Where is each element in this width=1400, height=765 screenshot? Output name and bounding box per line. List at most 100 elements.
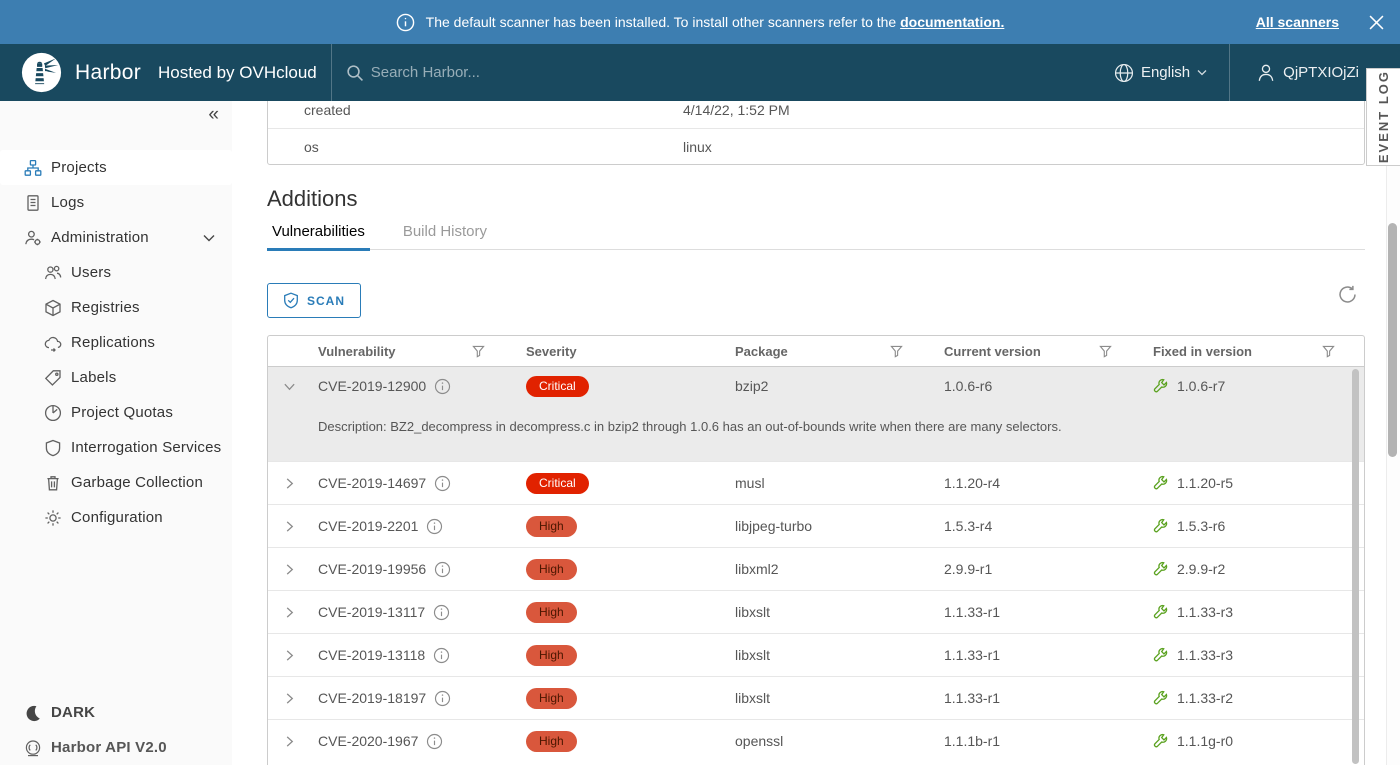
expand-chevron-right-icon[interactable] — [283, 735, 296, 748]
fixed-version: 1.0.6-r7 — [1177, 378, 1225, 394]
page-scrollbar[interactable] — [1388, 223, 1397, 457]
sidebar-item-label: Interrogation Services — [71, 439, 221, 456]
expand-chevron-right-icon[interactable] — [283, 520, 296, 533]
harbor-logo-icon[interactable] — [21, 52, 62, 93]
search-input[interactable] — [371, 64, 671, 81]
vuln-row-cve-2019-13117[interactable]: CVE-2019-13117 High libxslt 1.1.33-r1 — [268, 590, 1364, 633]
info-icon[interactable] — [434, 561, 451, 578]
sidebar-item-projects[interactable]: Projects — [0, 150, 232, 185]
severity-badge: Critical — [526, 376, 589, 397]
cve-id: CVE-2019-12900 — [318, 378, 426, 394]
cve-id: CVE-2019-2201 — [318, 518, 418, 534]
info-icon[interactable] — [426, 733, 443, 750]
info-icon[interactable] — [434, 475, 451, 492]
package-name: libjpeg-turbo — [723, 518, 932, 534]
registries-icon — [44, 299, 62, 317]
cve-id: CVE-2019-13117 — [318, 604, 425, 620]
current-version: 2.9.9-r1 — [932, 561, 1141, 577]
sidebar-item-label: Garbage Collection — [71, 474, 203, 491]
harbor-api-label: Harbor API V2.0 — [51, 739, 167, 756]
language-menu[interactable]: English — [1114, 63, 1207, 83]
dark-mode-label: DARK — [51, 704, 95, 721]
info-icon[interactable] — [434, 378, 451, 395]
table-scrollbar[interactable] — [1352, 369, 1359, 764]
vuln-row-cve-2019-18197[interactable]: CVE-2019-18197 High libxslt 1.1.33-r1 — [268, 676, 1364, 719]
vuln-row-cve-2020-1967[interactable]: CVE-2020-1967 High openssl 1.1.1b-r1 — [268, 719, 1364, 762]
column-header-label: Current version — [944, 344, 1041, 359]
sidebar-item-label: Administration — [51, 229, 149, 246]
sidebar-item-users[interactable]: Users — [0, 255, 232, 290]
sidebar-item-project-quotas[interactable]: Project Quotas — [0, 395, 232, 430]
expand-chevron-right-icon[interactable] — [283, 606, 296, 619]
tab-vulnerabilities[interactable]: Vulnerabilities — [267, 220, 370, 249]
filter-icon[interactable] — [1099, 345, 1112, 358]
expand-chevron-right-icon[interactable] — [283, 477, 296, 490]
detail-value: linux — [683, 139, 712, 155]
documentation-link[interactable]: documentation. — [900, 14, 1004, 30]
cve-id: CVE-2019-14697 — [318, 475, 426, 491]
vuln-row-cve-2019-13118[interactable]: CVE-2019-13118 High libxslt 1.1.33-r1 — [268, 633, 1364, 676]
header-divider — [1229, 44, 1230, 101]
configuration-icon — [44, 509, 62, 527]
vuln-row-cve-2019-14697[interactable]: CVE-2019-14697 Critical musl 1.1.20-r4 — [268, 461, 1364, 504]
close-icon[interactable] — [1369, 15, 1384, 30]
tab-build-history[interactable]: Build History — [398, 220, 492, 249]
sidebar-item-labels[interactable]: Labels — [0, 360, 232, 395]
package-name: libxslt — [723, 690, 932, 706]
sidebar-item-label: Logs — [51, 194, 84, 211]
filter-icon[interactable] — [890, 345, 903, 358]
info-icon[interactable] — [433, 647, 450, 664]
sidebar-item-interrogation-services[interactable]: Interrogation Services — [0, 430, 232, 465]
vuln-row-cve-2019-19956[interactable]: CVE-2019-19956 High libxml2 2.9.9-r1 — [268, 547, 1364, 590]
wrench-icon — [1153, 604, 1169, 620]
all-scanners-link[interactable]: All scanners — [1256, 14, 1339, 30]
expand-chevron-right-icon[interactable] — [283, 563, 296, 576]
current-version: 1.5.3-r4 — [932, 518, 1141, 534]
severity-badge: High — [526, 645, 577, 666]
vuln-row-cve-2019-2201[interactable]: CVE-2019-2201 High libjpeg-turbo 1.5.3-r… — [268, 504, 1364, 547]
refresh-icon[interactable] — [1337, 284, 1358, 305]
current-version: 1.1.33-r1 — [932, 690, 1141, 706]
main-content: created 4/14/22, 1:52 PM os linux Additi… — [232, 101, 1400, 765]
vuln-row-cve-2019-12900[interactable]: CVE-2019-12900 Critical bzip2 1.0.6-r6 — [268, 367, 1364, 405]
column-header-label: Vulnerability — [318, 344, 396, 359]
collapse-chevron-down-icon[interactable] — [283, 380, 296, 393]
globe-icon — [1114, 63, 1134, 83]
additions-tabs: Vulnerabilities Build History — [267, 220, 1365, 250]
banner-text: The default scanner has been installed. … — [426, 14, 1005, 30]
detail-value: 4/14/22, 1:52 PM — [683, 102, 790, 118]
user-menu[interactable]: QjPTXIOjZi — [1256, 63, 1376, 83]
expand-chevron-right-icon[interactable] — [283, 692, 296, 705]
column-header-severity: Severity — [514, 344, 723, 359]
info-icon[interactable] — [433, 604, 450, 621]
hosted-by-label: Hosted by OVHcloud — [158, 63, 317, 83]
scan-button[interactable]: SCAN — [267, 283, 361, 318]
sidebar-item-registries[interactable]: Registries — [0, 290, 232, 325]
sidebar-item-garbage-collection[interactable]: Garbage Collection — [0, 465, 232, 500]
fixed-version: 1.1.1g-r0 — [1177, 733, 1233, 749]
detail-row: os linux — [268, 128, 1364, 164]
filter-icon[interactable] — [472, 345, 485, 358]
chevron-down-icon — [1197, 69, 1207, 76]
harbor-api-link[interactable]: Harbor API V2.0 — [0, 730, 232, 765]
sidebar-item-configuration[interactable]: Configuration — [0, 500, 232, 535]
sidebar-item-logs[interactable]: Logs — [0, 185, 232, 220]
filter-icon[interactable] — [1322, 345, 1335, 358]
expand-chevron-right-icon[interactable] — [283, 649, 296, 662]
sidebar-item-replications[interactable]: Replications — [0, 325, 232, 360]
sidebar-collapse-icon[interactable]: « — [208, 105, 219, 124]
event-log-tab[interactable]: EVENT LOG — [1366, 68, 1400, 166]
fixed-version: 1.1.33-r2 — [1177, 690, 1233, 706]
dark-mode-toggle[interactable]: DARK — [0, 695, 232, 730]
package-name: bzip2 — [723, 378, 932, 394]
sidebar-item-administration[interactable]: Administration — [0, 220, 232, 255]
column-header-label: Severity — [526, 344, 577, 359]
user-icon — [1256, 63, 1276, 83]
severity-badge: High — [526, 602, 577, 623]
info-icon[interactable] — [434, 690, 451, 707]
info-icon[interactable] — [426, 518, 443, 535]
sidebar-item-label: Replications — [71, 334, 155, 351]
wrench-icon — [1153, 561, 1169, 577]
cve-id: CVE-2019-13118 — [318, 647, 425, 663]
package-name: libxslt — [723, 604, 932, 620]
